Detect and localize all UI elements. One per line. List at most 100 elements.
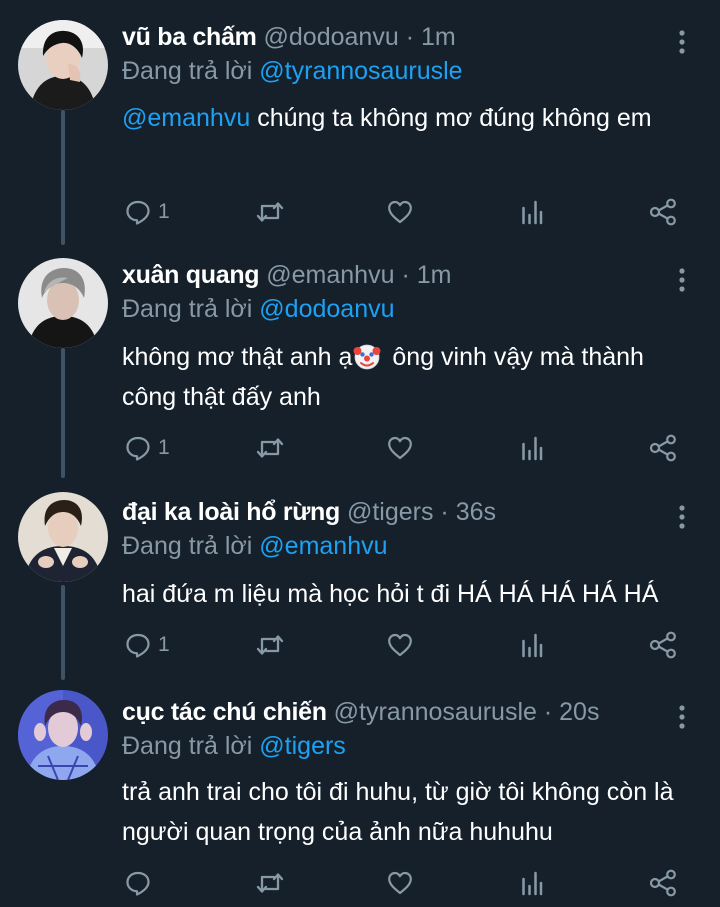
tweet-text: trả anh trai cho tôi đi huhu, từ giờ tôi… xyxy=(122,772,692,852)
retweet-button[interactable] xyxy=(255,428,285,468)
more-vertical-icon xyxy=(672,703,692,731)
tweet-card[interactable]: vũ ba chấm @dodoanvu · 1m Đang trả lời @… xyxy=(0,20,720,235)
action-bar: 1 xyxy=(0,192,720,232)
separator-dot: · xyxy=(543,698,553,726)
more-options-button[interactable] xyxy=(672,503,692,531)
tweet-body: chúng ta không mơ đúng không em xyxy=(257,104,652,132)
more-options-button[interactable] xyxy=(672,703,692,731)
separator-dot: · xyxy=(440,498,449,526)
analytics-button[interactable] xyxy=(520,428,544,468)
share-icon xyxy=(648,869,678,897)
display-name[interactable]: vũ ba chấm xyxy=(122,23,257,51)
display-name[interactable]: cục tác chú chiến xyxy=(122,698,327,726)
analytics-icon xyxy=(520,434,544,462)
share-button[interactable] xyxy=(648,428,678,468)
timestamp[interactable]: 36s xyxy=(456,498,496,526)
avatar[interactable] xyxy=(18,492,108,582)
retweet-icon xyxy=(255,869,285,897)
action-bar: 1 xyxy=(0,625,720,665)
reply-count: 1 xyxy=(158,633,170,656)
replying-to: Đang trả lời @dodoanvu xyxy=(122,293,395,325)
analytics-icon xyxy=(520,869,544,897)
separator-dot: · xyxy=(405,23,415,51)
tweet-body: hai đứa m liệu mà học hỏi t đi HÁ HÁ HÁ … xyxy=(122,580,659,608)
replying-to: Đang trả lời @tigers xyxy=(122,730,346,762)
replying-to: Đang trả lời @emanhvu xyxy=(122,530,388,562)
more-vertical-icon xyxy=(672,266,692,294)
more-options-button[interactable] xyxy=(672,28,692,56)
share-button[interactable] xyxy=(648,192,678,232)
tweet-header: xuân quang @emanhvu · 1m xyxy=(122,258,451,292)
heart-icon xyxy=(386,869,414,897)
analytics-button[interactable] xyxy=(520,192,544,232)
like-button[interactable] xyxy=(386,428,414,468)
analytics-icon xyxy=(520,631,544,659)
replying-to-handle[interactable]: @dodoanvu xyxy=(259,295,394,323)
heart-icon xyxy=(386,434,414,462)
display-name[interactable]: xuân quang xyxy=(122,261,260,289)
more-vertical-icon xyxy=(672,28,692,56)
avatar[interactable] xyxy=(18,258,108,348)
timestamp[interactable]: 1m xyxy=(421,23,456,51)
reply-icon xyxy=(124,869,152,897)
share-button[interactable] xyxy=(648,863,678,903)
share-button[interactable] xyxy=(648,625,678,665)
like-button[interactable] xyxy=(386,625,414,665)
reply-button[interactable]: 1 xyxy=(124,192,170,232)
avatar[interactable] xyxy=(18,20,108,110)
retweet-button[interactable] xyxy=(255,863,285,903)
like-button[interactable] xyxy=(386,863,414,903)
reply-button[interactable]: 1 xyxy=(124,428,170,468)
reply-count: 1 xyxy=(158,436,170,459)
retweet-icon xyxy=(255,631,285,659)
avatar[interactable] xyxy=(18,690,108,780)
like-button[interactable] xyxy=(386,192,414,232)
retweet-icon xyxy=(255,198,285,226)
username-handle[interactable]: @tigers xyxy=(347,498,434,526)
analytics-icon xyxy=(520,198,544,226)
retweet-button[interactable] xyxy=(255,192,285,232)
mention-link[interactable]: @emanhvu xyxy=(122,104,250,132)
reply-count: 1 xyxy=(158,200,170,223)
tweet-header: đại ka loài hổ rừng @tigers · 36s xyxy=(122,495,496,529)
reply-button[interactable]: 1 xyxy=(124,625,170,665)
replying-to-label: Đang trả lời xyxy=(122,732,253,760)
action-bar: 1 xyxy=(0,428,720,468)
tweet-card[interactable]: đại ka loài hổ rừng @tigers · 36s Đang t… xyxy=(0,492,720,670)
reply-button[interactable] xyxy=(124,863,158,903)
tweet-card[interactable]: cục tác chú chiến @tyrannosaurusle · 20s… xyxy=(0,690,720,907)
retweet-button[interactable] xyxy=(255,625,285,665)
username-handle[interactable]: @emanhvu xyxy=(266,261,394,289)
tweet-card[interactable]: xuân quang @emanhvu · 1m Đang trả lời @d… xyxy=(0,258,720,473)
tweet-header: vũ ba chấm @dodoanvu · 1m xyxy=(122,20,456,54)
clown-face-emoji xyxy=(353,342,381,370)
timestamp[interactable]: 1m xyxy=(417,261,452,289)
username-handle[interactable]: @tyrannosaurusle xyxy=(334,698,537,726)
replying-to-handle[interactable]: @emanhvu xyxy=(259,532,387,560)
tweet-text: không mơ thật anh ạ ông vinh vậy mà thàn… xyxy=(122,337,692,417)
tweet-header: cục tác chú chiến @tyrannosaurusle · 20s xyxy=(122,695,599,729)
username-handle[interactable]: @dodoanvu xyxy=(264,23,399,51)
share-icon xyxy=(648,434,678,462)
share-icon xyxy=(648,631,678,659)
replying-to-label: Đang trả lời xyxy=(122,532,253,560)
replying-to-handle[interactable]: @tyrannosaurusle xyxy=(259,57,462,85)
retweet-icon xyxy=(255,434,285,462)
tweet-body: trả anh trai cho tôi đi huhu, từ giờ tôi… xyxy=(122,778,674,846)
replying-to-label: Đang trả lời xyxy=(122,295,253,323)
tweet-text: hai đứa m liệu mà học hỏi t đi HÁ HÁ HÁ … xyxy=(122,574,692,614)
analytics-button[interactable] xyxy=(520,863,544,903)
heart-icon xyxy=(386,631,414,659)
display-name[interactable]: đại ka loài hổ rừng xyxy=(122,498,340,526)
analytics-button[interactable] xyxy=(520,625,544,665)
share-icon xyxy=(648,198,678,226)
replying-to: Đang trả lời @tyrannosaurusle xyxy=(122,55,463,87)
more-options-button[interactable] xyxy=(672,266,692,294)
heart-icon xyxy=(386,198,414,226)
replying-to-label: Đang trả lời xyxy=(122,57,253,85)
tweet-body-part-1: không mơ thật anh ạ xyxy=(122,343,353,371)
timestamp[interactable]: 20s xyxy=(559,698,599,726)
separator-dot: · xyxy=(401,261,410,289)
replying-to-handle[interactable]: @tigers xyxy=(259,732,346,760)
tweet-text: @emanhvu chúng ta không mơ đúng không em xyxy=(122,98,692,138)
